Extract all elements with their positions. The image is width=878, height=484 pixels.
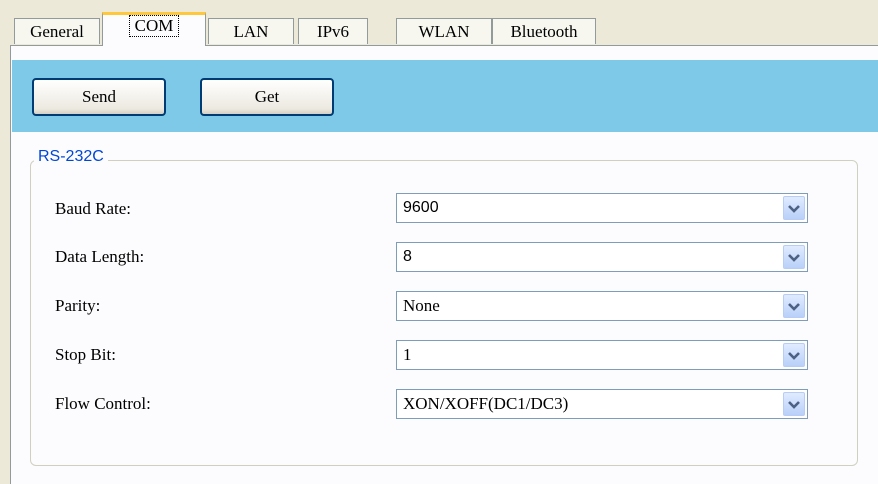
chevron-down-icon[interactable] [783,245,805,269]
rs232c-group-title: RS-232C [34,146,108,168]
stop-bit-label: Stop Bit: [55,345,116,364]
data-length-label: Data Length: [55,247,145,266]
flow-control-label: Flow Control: [55,394,151,413]
baud-rate-label: Baud Rate: [55,199,132,218]
flow-control-value: XON/XOFF(DC1/DC3) [403,394,569,413]
tab-lan-label: LAN [233,22,269,41]
baud-rate-value: 9600 [403,199,439,216]
tab-general-label: General [30,22,84,41]
send-button[interactable]: Send [32,78,166,116]
parity-select[interactable]: None [396,291,808,321]
stop-bit-value: 1 [403,345,412,364]
tab-ipv6[interactable]: IPv6 [298,18,368,44]
data-length-select[interactable]: 8 [396,242,808,272]
parity-label: Parity: [55,296,101,315]
tab-wlan-label: WLAN [418,22,470,41]
get-button[interactable]: Get [200,78,334,116]
chevron-down-icon[interactable] [783,294,805,318]
chevron-down-icon[interactable] [783,196,805,220]
parity-value: None [403,296,440,315]
tab-general[interactable]: General [14,18,100,44]
tab-bluetooth-label: Bluetooth [510,22,578,41]
tab-bluetooth[interactable]: Bluetooth [492,18,596,44]
tab-ipv6-label: IPv6 [316,22,350,41]
stop-bit-select[interactable]: 1 [396,340,808,370]
chevron-down-icon[interactable] [783,343,805,367]
tab-com-label: COM [128,15,180,37]
tab-com[interactable]: COM [102,12,206,46]
baud-rate-select[interactable]: 9600 [396,193,808,223]
tab-bar: General COM LAN IPv6 WLAN Bluetooth [0,0,878,46]
data-length-value: 8 [403,248,412,265]
chevron-down-icon[interactable] [783,392,805,416]
flow-control-select[interactable]: XON/XOFF(DC1/DC3) [396,389,808,419]
tab-lan[interactable]: LAN [208,18,294,44]
tab-wlan[interactable]: WLAN [396,18,492,44]
